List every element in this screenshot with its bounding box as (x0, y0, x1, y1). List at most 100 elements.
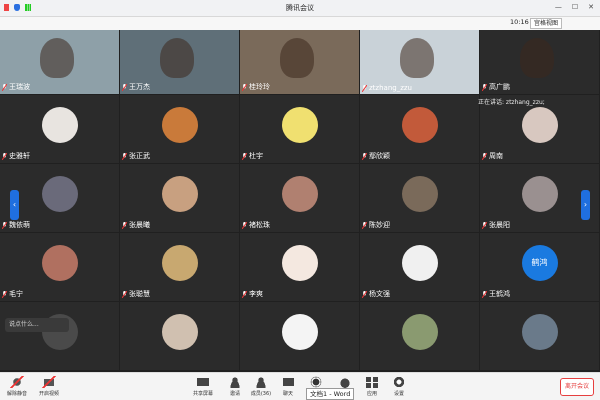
participant-name: 史雅轩 (2, 151, 30, 161)
participant-silhouette (40, 38, 74, 78)
participant-name-text: ztzhang_zzu (369, 84, 412, 92)
avatar (41, 176, 78, 212)
video-grid: 王瑞波 王万杰 桂玲玲 ztzhang_zzu 高广鹏 史雅轩 张正武 杜宇 鄢欣颖 周南 魏依萌张… (0, 30, 600, 372)
invite-icon (228, 376, 242, 388)
participant-avatar-tile[interactable]: 杜宇 (240, 95, 359, 163)
participant-name: 王鹤鸿 (482, 289, 510, 299)
participant-name: 魏依萌 (2, 220, 30, 230)
participant-name-text: 张晨阳 (489, 221, 510, 229)
avatar: 鹤鸿 (521, 245, 558, 281)
prev-page-button[interactable]: ‹ (10, 190, 19, 220)
chat-input[interactable]: 说点什么... (5, 318, 69, 332)
members-icon (254, 376, 268, 388)
mic-muted-icon (362, 290, 367, 298)
participant-avatar-tile[interactable]: 毛宁 (0, 233, 119, 301)
avatar (401, 107, 438, 143)
participant-name-text: 魏依萌 (9, 221, 30, 229)
participant-name-text: 张晨曦 (129, 221, 150, 229)
participant-avatar-tile[interactable] (120, 302, 239, 370)
participant-avatar-tile[interactable]: 史雅轩 (0, 95, 119, 163)
participant-name: 桂玲玲 (242, 82, 270, 92)
settings-label: 设置 (393, 391, 404, 397)
participant-avatar-tile[interactable]: 李爽 (240, 233, 359, 301)
participant-silhouette (400, 38, 434, 78)
next-page-button[interactable]: › (581, 190, 590, 220)
mic-muted-icon (122, 152, 127, 160)
mic-muted-icon (362, 152, 367, 160)
participant-avatar-tile[interactable]: 陈妙迎 (360, 164, 479, 232)
avatar (281, 314, 318, 350)
avatar (401, 314, 438, 350)
participant-name: 王万杰 (122, 82, 150, 92)
participant-name-text: 毛宁 (9, 290, 23, 298)
participant-avatar-tile[interactable]: 鄢欣颖 (360, 95, 479, 163)
view-mode-button[interactable]: 宫格视图 (530, 18, 563, 29)
leave-meeting-button[interactable]: 离开会议 (560, 378, 594, 396)
participant-name-text: 褚松珠 (249, 221, 270, 229)
participant-name-text: 张正武 (129, 152, 150, 160)
avatar (521, 176, 558, 212)
participant-avatar-tile[interactable] (360, 302, 479, 370)
participant-avatar-tile[interactable]: 褚松珠 (240, 164, 359, 232)
apps-icon (365, 376, 379, 388)
share-screen-icon (196, 376, 210, 388)
mic-muted-icon (242, 221, 247, 229)
participant-avatar-tile[interactable]: 鹤鸿王鹤鸿 (480, 233, 599, 301)
participant-avatar-tile[interactable]: 张晨曦 (120, 164, 239, 232)
video-label: 开启视频 (38, 391, 59, 397)
participant-name-text: 陈妙迎 (369, 221, 390, 229)
participant-name-text: 高广鹏 (489, 83, 510, 91)
participant-name: 张聪慧 (122, 289, 150, 299)
record-icon (309, 376, 323, 388)
meeting-subbar: 10:16 宫格视图 (0, 17, 600, 30)
participant-name: ztzhang_zzu (362, 84, 412, 92)
settings-button[interactable]: 设置 (382, 376, 416, 397)
participant-name-text: 杨文强 (369, 290, 390, 298)
minimize-icon[interactable]: — (555, 3, 562, 11)
mic-muted-icon (2, 290, 7, 298)
participant-avatar-tile[interactable] (0, 302, 119, 370)
avatar (281, 245, 318, 281)
participant-avatar-tile[interactable]: 张聪慧 (120, 233, 239, 301)
avatar (281, 176, 318, 212)
mute-button[interactable]: 解除静音 (0, 376, 34, 397)
participant-name-text: 周南 (489, 152, 503, 160)
participant-name-text: 杜宇 (249, 152, 263, 160)
meeting-timer: 10:16 (510, 18, 529, 26)
participant-avatar-tile[interactable]: 杨文强 (360, 233, 479, 301)
mic-muted-icon (482, 83, 487, 91)
members-label: 成员(36) (250, 391, 272, 397)
speaking-indicator: 正在讲话: ztzhang_zzu; (478, 99, 545, 106)
avatar (161, 176, 198, 212)
participant-name-text: 王鹤鸿 (489, 290, 510, 298)
participant-avatar-tile[interactable] (480, 302, 599, 370)
mute-label: 解除静音 (6, 391, 27, 397)
microphone-muted-icon (10, 376, 24, 388)
mic-muted-icon (2, 152, 7, 160)
close-icon[interactable]: ✕ (588, 3, 594, 11)
participant-video-tile[interactable]: 王瑞波 (0, 30, 119, 94)
video-button[interactable]: 开启视频 (32, 376, 66, 397)
mic-muted-icon (242, 152, 247, 160)
mic-muted-icon (362, 221, 367, 229)
share-screen-button[interactable]: 共享屏幕 (186, 376, 220, 397)
participant-silhouette (280, 38, 314, 78)
window-controls: — ☐ ✕ (555, 3, 594, 11)
camera-off-icon (42, 376, 56, 388)
participant-avatar-tile[interactable] (240, 302, 359, 370)
avatar (401, 176, 438, 212)
participant-name: 周南 (482, 151, 503, 161)
participant-video-tile[interactable]: ztzhang_zzu (360, 30, 479, 94)
avatar (521, 107, 558, 143)
mic-muted-icon (482, 152, 487, 160)
participant-video-tile[interactable]: 高广鹏 (480, 30, 599, 94)
avatar (521, 314, 558, 350)
participant-name: 高广鹏 (482, 82, 510, 92)
avatar (281, 107, 318, 143)
participant-avatar-tile[interactable]: 张正武 (120, 95, 239, 163)
participant-video-tile[interactable]: 王万杰 (120, 30, 239, 94)
avatar (401, 245, 438, 281)
mic-muted-icon (122, 221, 127, 229)
participant-video-tile[interactable]: 桂玲玲 (240, 30, 359, 94)
maximize-icon[interactable]: ☐ (572, 3, 578, 11)
